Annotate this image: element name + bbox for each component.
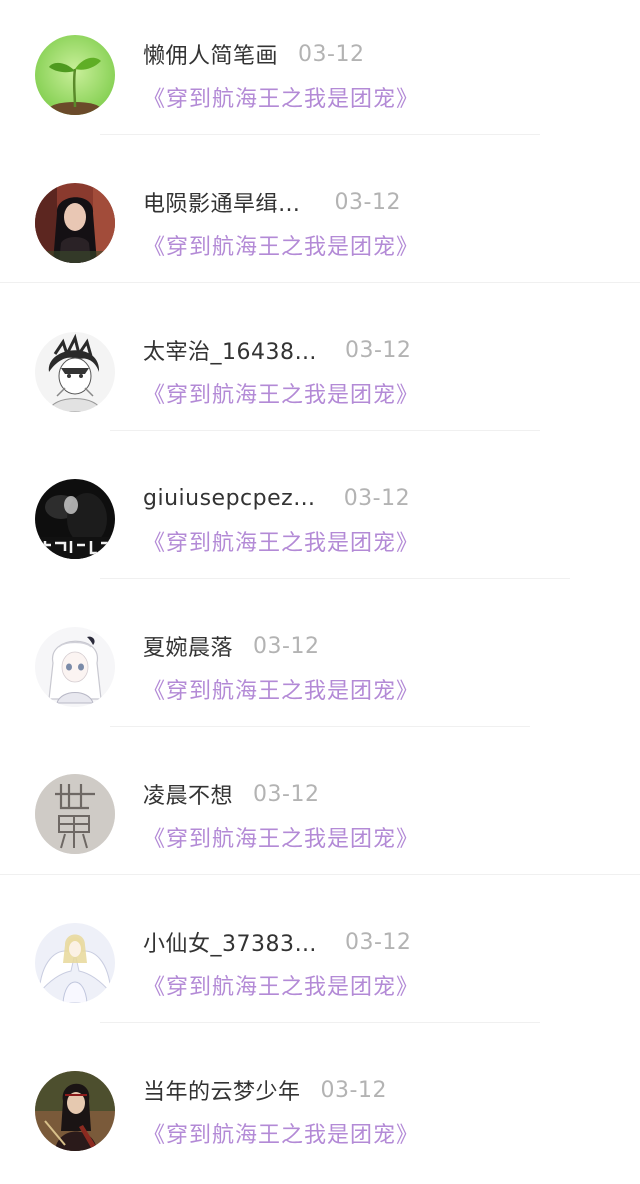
timestamp: 03-12 [253, 633, 320, 659]
book-title[interactable]: 《穿到航海王之我是团宠》 [143, 526, 419, 556]
username[interactable]: 凌晨不想 [143, 778, 233, 810]
name-line: giuiusepcpez… 03-12 [143, 483, 410, 513]
avatar[interactable] [35, 1071, 115, 1151]
divider [100, 578, 570, 579]
sprout-avatar-icon [35, 35, 115, 115]
dark-portrait-avatar-icon [35, 479, 115, 559]
avatar[interactable] [35, 627, 115, 707]
avatar[interactable] [35, 923, 115, 1003]
avatar[interactable] [35, 774, 115, 854]
book-title[interactable]: 《穿到航海王之我是团宠》 [143, 822, 419, 852]
timestamp: 03-12 [253, 781, 320, 807]
white-hair-anime-avatar-icon [35, 627, 115, 707]
list-item[interactable]: giuiusepcpez… 03-12 《穿到航海王之我是团宠》 [0, 444, 640, 592]
divider [0, 874, 640, 875]
timestamp: 03-12 [298, 41, 365, 67]
timestamp: 03-12 [320, 1077, 387, 1103]
divider [100, 134, 540, 135]
ancient-hero-avatar-icon [35, 1071, 115, 1151]
list-item[interactable]: 当年的云梦少年 03-12 《穿到航海王之我是团宠》 [0, 1036, 640, 1184]
book-title[interactable]: 《穿到航海王之我是团宠》 [143, 82, 419, 112]
username[interactable]: 小仙女_37383… [143, 926, 317, 958]
angel-avatar-icon [35, 923, 115, 1003]
avatar[interactable] [35, 332, 115, 412]
name-line: 当年的云梦少年 03-12 [143, 1074, 387, 1106]
book-title[interactable]: 《穿到航海王之我是团宠》 [143, 674, 419, 704]
name-line: 凌晨不想 03-12 [143, 778, 320, 810]
book-title[interactable]: 《穿到航海王之我是团宠》 [143, 1118, 419, 1148]
list-item[interactable]: 电陨影通旱缉… 03-12 《穿到航海王之我是团宠》 [0, 148, 640, 296]
timestamp: 03-12 [334, 189, 401, 215]
username[interactable]: 电陨影通旱缉… [143, 186, 301, 218]
reader-list: 懒佣人简笔画 03-12 《穿到航海王之我是团宠》 电陨影通旱缉… 03-12 … [0, 0, 640, 1164]
book-title[interactable]: 《穿到航海王之我是团宠》 [143, 970, 419, 1000]
book-title[interactable]: 《穿到航海王之我是团宠》 [143, 378, 419, 408]
timestamp: 03-12 [343, 485, 411, 511]
avatar[interactable] [35, 183, 115, 263]
divider [100, 1022, 540, 1023]
timestamp: 03-12 [345, 929, 412, 955]
divider [110, 430, 540, 431]
list-item[interactable]: 懒佣人简笔画 03-12 《穿到航海王之我是团宠》 [0, 0, 640, 148]
divider [110, 726, 530, 727]
list-item[interactable]: 夏婉晨落 03-12 《穿到航海王之我是团宠》 [0, 592, 640, 740]
username[interactable]: 当年的云梦少年 [143, 1074, 301, 1106]
username[interactable]: 懒佣人简笔画 [143, 38, 278, 70]
list-item[interactable]: 凌晨不想 03-12 《穿到航海王之我是团宠》 [0, 740, 640, 888]
name-line: 懒佣人简笔画 03-12 [143, 38, 365, 70]
list-item[interactable]: 太宰治_16438… 03-12 《穿到航海王之我是团宠》 [0, 296, 640, 444]
avatar[interactable] [35, 35, 115, 115]
list-item[interactable]: 小仙女_37383… 03-12 《穿到航海王之我是团宠》 [0, 888, 640, 1036]
username[interactable]: 夏婉晨落 [143, 630, 233, 662]
world-text-avatar-icon [35, 774, 115, 854]
name-line: 小仙女_37383… 03-12 [143, 926, 412, 958]
name-line: 太宰治_16438… 03-12 [143, 334, 412, 366]
book-title[interactable]: 《穿到航海王之我是团宠》 [143, 230, 419, 260]
divider [0, 282, 640, 283]
name-line: 电陨影通旱缉… 03-12 [143, 186, 401, 218]
avatar[interactable] [35, 479, 115, 559]
name-line: 夏婉晨落 03-12 [143, 630, 320, 662]
timestamp: 03-12 [345, 337, 412, 363]
anime-boy-avatar-icon [35, 332, 115, 412]
username[interactable]: 太宰治_16438… [143, 334, 317, 366]
long-hair-girl-avatar-icon [35, 183, 115, 263]
username[interactable]: giuiusepcpez… [143, 486, 316, 511]
